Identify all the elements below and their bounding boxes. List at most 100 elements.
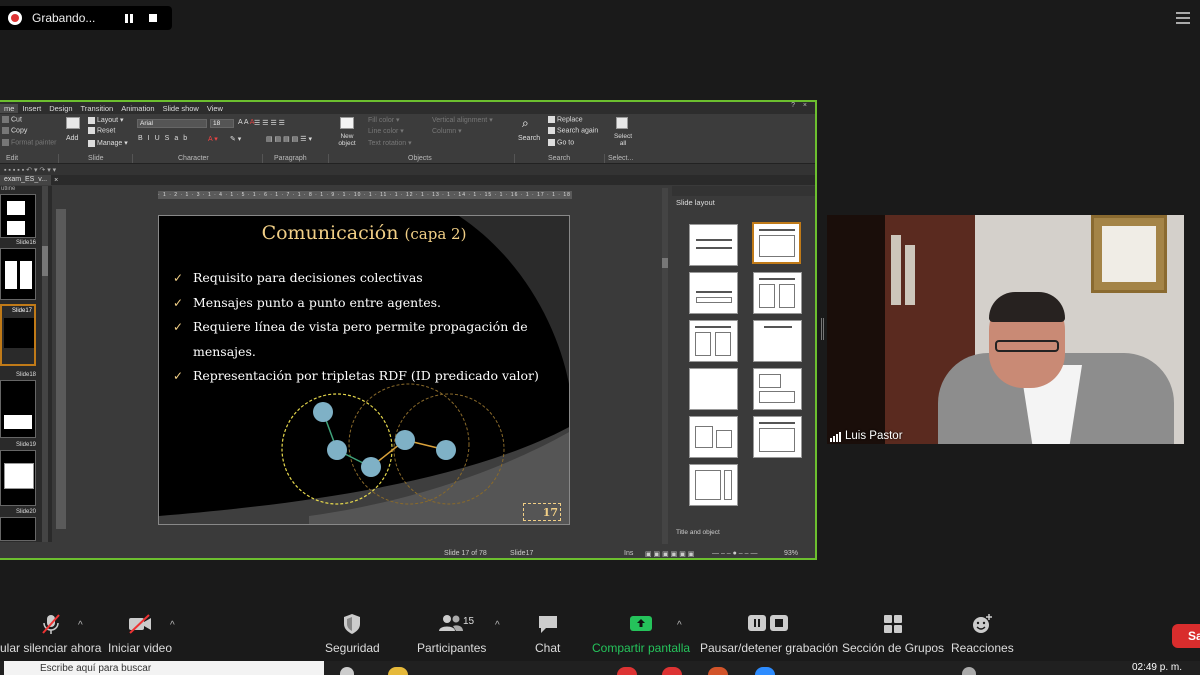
new-object-button[interactable]: New object [334, 133, 360, 147]
search-again-button[interactable]: Search again [548, 127, 598, 134]
slide-thumbnail[interactable] [0, 380, 36, 438]
meeting-controls: ular silenciar ahora ^ Iniciar video ^ S… [0, 605, 1200, 663]
layout-option-selected[interactable] [752, 222, 801, 264]
task-view-icon[interactable] [340, 667, 354, 675]
video-options-chevron-icon[interactable]: ^ [170, 620, 175, 631]
stop-recording-button[interactable] [146, 11, 160, 25]
menu-home[interactable]: me [0, 103, 19, 113]
layout-option[interactable] [689, 272, 738, 314]
clear-format-button[interactable]: ✎ ▾ [230, 135, 241, 143]
format-painter-button[interactable]: Format painter [2, 139, 57, 146]
layout-option[interactable] [689, 368, 738, 410]
font-size-buttons[interactable]: A A A [238, 119, 254, 126]
mute-button[interactable]: ular silenciar ahora [0, 613, 101, 655]
manage-button[interactable]: Manage ▾ [88, 139, 128, 147]
slide-thumbnail[interactable] [0, 517, 36, 541]
reset-button[interactable]: Reset [88, 127, 115, 134]
replace-button[interactable]: Replace [548, 116, 583, 123]
camera-off-icon [108, 613, 172, 635]
document-tab[interactable]: exam_ES_v... [0, 175, 52, 185]
menu-transition[interactable]: Transition [77, 104, 118, 113]
cut-button[interactable]: Cut [2, 116, 22, 123]
chrome-icon[interactable] [617, 667, 637, 675]
align-buttons[interactable]: ▤ ▤ ▤ ▤ ☰ ▾ [266, 135, 312, 143]
search-button[interactable]: Search [518, 135, 540, 142]
slide-thumbnail-selected[interactable]: Slide17 [0, 304, 36, 366]
layout-option[interactable] [753, 416, 802, 458]
layout-option[interactable] [689, 224, 738, 266]
list-buttons[interactable]: ☰ ☰ ☰ ☰ [254, 119, 285, 127]
slide-canvas[interactable]: Comunicación (capa 2) ✓ Requisito para de… [158, 215, 570, 525]
view-mode-buttons[interactable]: ▣ ▣ ▣ ▣ ▣ ▣ [645, 550, 694, 558]
editor-scrollbar[interactable] [662, 188, 668, 544]
font-name-select[interactable]: Arial [137, 119, 207, 128]
pause-stop-recording-button[interactable]: Pausar/detener grabación [700, 613, 838, 655]
copy-button[interactable]: Copy [2, 127, 27, 134]
recording-indicator: Grabando... [0, 6, 172, 30]
shield-icon [325, 613, 380, 635]
layout-option[interactable] [689, 464, 738, 506]
go-to-button[interactable]: Go to [548, 139, 574, 146]
audio-options-chevron-icon[interactable]: ^ [78, 620, 83, 631]
font-color-button[interactable]: A ▾ [208, 135, 218, 143]
slide-thumbnail[interactable] [0, 194, 36, 238]
font-style-buttons[interactable]: BIUSab [138, 135, 192, 142]
participants-button[interactable]: Participantes [417, 613, 486, 655]
security-button[interactable]: Seguridad [325, 613, 380, 655]
add-slide-button[interactable]: Add [66, 135, 78, 142]
layout-option[interactable] [753, 320, 802, 362]
pause-recording-button[interactable] [122, 11, 136, 25]
powerpoint-icon[interactable] [708, 667, 728, 675]
recording-label: Grabando... [32, 11, 96, 25]
video-background [827, 215, 885, 444]
chat-button[interactable]: Chat [535, 613, 560, 655]
windows-taskbar: Escribe aquí para buscar 02:49 p. m. [0, 661, 1200, 675]
file-explorer-icon[interactable] [388, 667, 408, 675]
sidebar-toolbar[interactable] [672, 186, 815, 196]
fill-color-button[interactable]: Fill color ▾ [368, 116, 400, 124]
menu-animation[interactable]: Animation [117, 104, 158, 113]
zoom-slider[interactable]: — ‒ ‒ ● ‒ ‒ — [712, 550, 757, 557]
menu-slide-show[interactable]: Slide show [159, 104, 203, 113]
vertical-alignment-button[interactable]: Vertical alignment ▾ [432, 116, 493, 124]
font-size-select[interactable]: 18 [210, 119, 234, 128]
text-rotation-button[interactable]: Text rotation ▾ [368, 139, 412, 147]
menu-insert[interactable]: Insert [18, 104, 45, 113]
menu-view[interactable]: View [203, 104, 227, 113]
layout-option[interactable] [753, 368, 802, 410]
slide-thumbnail[interactable] [0, 248, 36, 300]
participant-video[interactable]: Luis Pastor [827, 215, 1184, 444]
grid-icon [842, 613, 944, 635]
slide-thumbnails-pane: utline Slide16 Slide17 Slide18 Slide19 S… [0, 186, 52, 542]
share-options-chevron-icon[interactable]: ^ [677, 620, 682, 631]
help-button[interactable]: ? [787, 102, 799, 109]
slide-thumbnail[interactable] [0, 450, 36, 506]
zoom-icon[interactable] [755, 667, 775, 675]
select-all-button[interactable]: Select all [610, 133, 636, 147]
layout-option[interactable] [689, 320, 738, 362]
zoom-level[interactable]: 93% [784, 550, 798, 557]
thumbnails-scrollbar[interactable] [42, 186, 48, 542]
group-separator [604, 154, 605, 163]
layout-option[interactable] [753, 272, 802, 314]
breakout-rooms-button[interactable]: Sección de Grupos [842, 613, 944, 655]
share-screen-button[interactable]: Compartir pantalla [592, 613, 690, 655]
quick-access-icons[interactable]: ▪ ▪ ▪ ▪ ▪ ↶ ▾ ↷ ▾ ▾ [4, 166, 56, 174]
leave-meeting-button[interactable]: Sa [1172, 624, 1200, 648]
app-icon[interactable] [662, 667, 682, 675]
split-handle[interactable] [821, 318, 824, 340]
layout-option[interactable] [689, 416, 738, 458]
participants-options-chevron-icon[interactable]: ^ [495, 620, 500, 631]
menu-icon[interactable] [1176, 12, 1190, 24]
close-button[interactable]: × [799, 102, 811, 109]
taskbar-search-box[interactable]: Escribe aquí para buscar [4, 661, 324, 675]
layout-button[interactable]: Layout ▾ [88, 116, 124, 124]
system-tray-icon[interactable] [962, 667, 976, 675]
reactions-button[interactable]: Reacciones [951, 613, 1014, 655]
line-color-button[interactable]: Line color ▾ [368, 127, 404, 135]
menu-design[interactable]: Design [45, 104, 76, 113]
clock[interactable]: 02:49 p. m. [1132, 662, 1182, 673]
column-button[interactable]: Column ▾ [432, 127, 462, 135]
close-tab-icon[interactable]: × [51, 177, 61, 184]
start-video-button[interactable]: Iniciar video [108, 613, 172, 655]
